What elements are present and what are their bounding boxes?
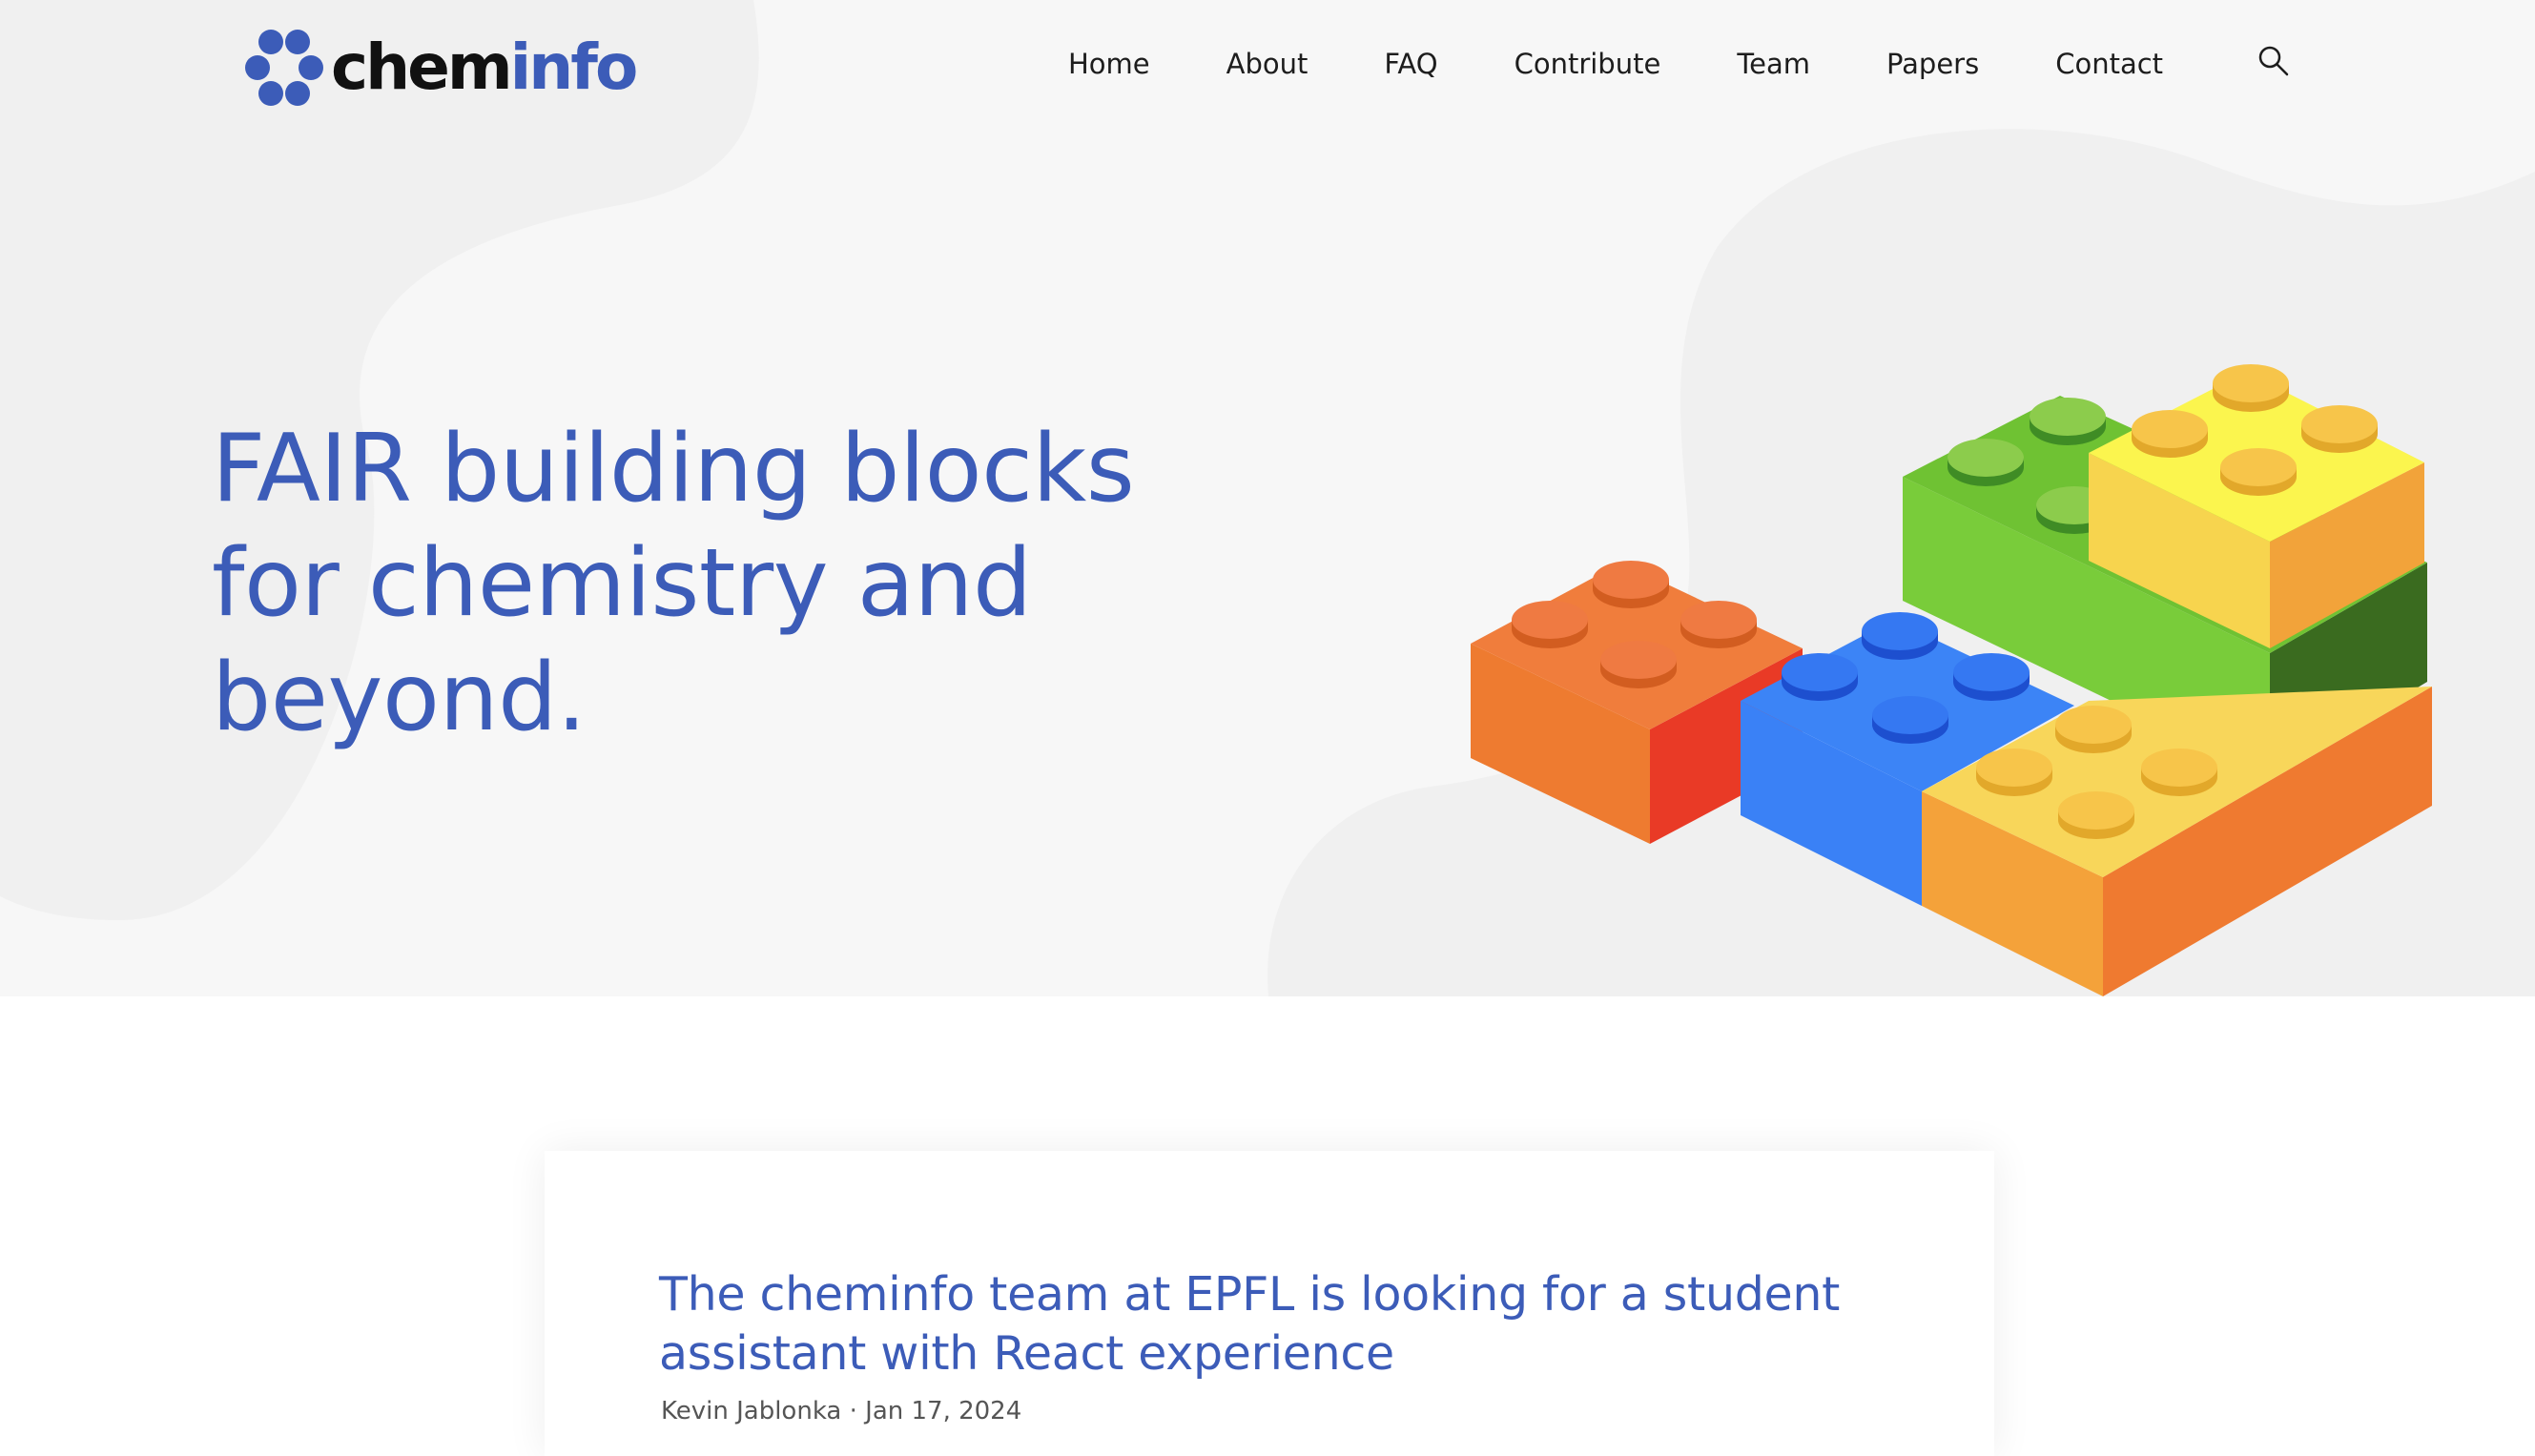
cheminfo-flower-logo-icon (245, 30, 323, 106)
post-meta: Kevin Jablonka · Jan 17, 2024 (661, 1397, 1022, 1425)
nav-item-papers[interactable]: Papers (1886, 40, 1979, 88)
logo-text-primary: chem (331, 31, 513, 104)
nav-item-contribute[interactable]: Contribute (1515, 40, 1661, 88)
search-icon[interactable] (2257, 44, 2291, 78)
news-card: The cheminfo team at EPFL is looking for… (545, 1151, 1994, 1456)
site-logo[interactable]: cheminfo (243, 27, 638, 109)
logo-text-accent: info (509, 31, 639, 104)
main-nav: Home About FAQ Contribute Team Papers Co… (1068, 40, 2163, 88)
nav-item-team[interactable]: Team (1737, 40, 1810, 88)
nav-item-faq[interactable]: FAQ (1384, 40, 1437, 88)
post-title-link[interactable]: The cheminfo team at EPFL is looking for… (659, 1265, 1899, 1384)
nav-item-about[interactable]: About (1226, 40, 1309, 88)
nav-item-home[interactable]: Home (1068, 40, 1150, 88)
hero-section: FAIR building blocks for chemistry and b… (0, 0, 2535, 996)
site-header: cheminfo Home About FAQ Contribute Team … (0, 0, 2535, 133)
logo-wordmark: cheminfo (331, 36, 638, 99)
nav-item-contact[interactable]: Contact (2055, 40, 2163, 88)
hero-headline: FAIR building blocks for chemistry and b… (212, 415, 1135, 752)
lego-bricks-illustration (1471, 364, 2432, 996)
